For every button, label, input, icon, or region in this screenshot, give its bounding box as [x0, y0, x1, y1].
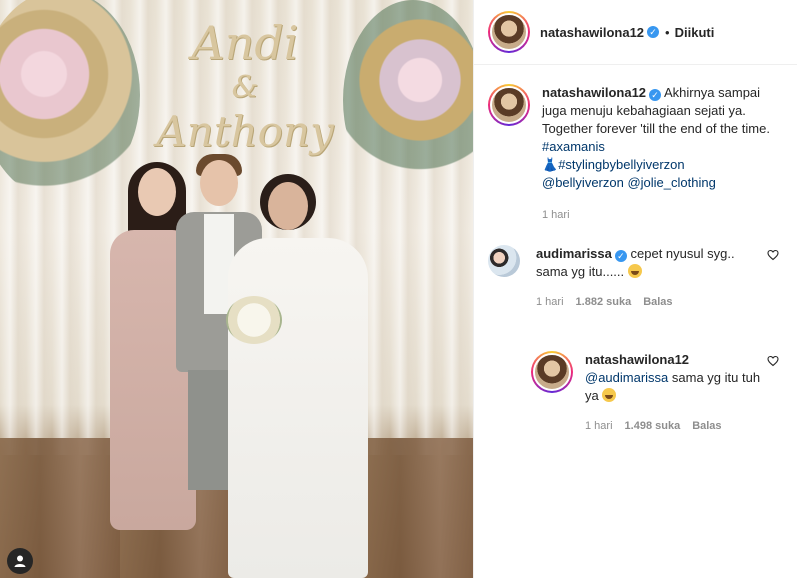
caption-username[interactable]: natashawilona12 [542, 85, 646, 100]
reply-author-avatar[interactable] [531, 351, 573, 393]
caption-author-avatar[interactable] [488, 84, 530, 126]
reply-like-count[interactable]: 1.498 suka [625, 417, 681, 435]
mention-link[interactable]: @bellyiverzon [542, 175, 624, 190]
instagram-post: Andi & Anthony natashawilona12 ✓ • Diiku… [0, 0, 797, 578]
post-sidebar: natashawilona12 ✓ • Diikuti natashawilon… [473, 0, 797, 578]
bridal-bouquet [226, 296, 282, 344]
verified-badge-icon: ✓ [614, 250, 627, 262]
bride-figure [228, 174, 378, 578]
verified-badge-icon: ✓ [647, 26, 660, 38]
comment-like-count[interactable]: 1.882 suka [576, 293, 632, 311]
separator-dot: • [665, 24, 670, 40]
laughing-emoji-icon [627, 264, 642, 278]
post-photo[interactable]: Andi & Anthony [0, 0, 473, 578]
laughing-emoji-icon [602, 388, 617, 402]
comment-item: audimarissa ✓ cepet nyusul syg.. sama yg … [474, 245, 797, 311]
reply-username[interactable]: natashawilona12 [585, 352, 689, 367]
reply-button[interactable]: Balas [643, 293, 672, 311]
caption-timestamp: 1 hari [542, 209, 570, 221]
post-caption: natashawilona12 ✓ Akhirnya sampai juga me… [474, 65, 797, 224]
following-button[interactable]: Diikuti [675, 25, 715, 40]
hashtag-link[interactable]: #stylingbybellyiverzon [558, 157, 684, 172]
like-heart-icon[interactable] [767, 355, 781, 369]
commenter-username[interactable]: audimarissa [536, 246, 612, 261]
post-header: natashawilona12 ✓ • Diikuti [474, 0, 797, 65]
commenter-avatar[interactable] [488, 245, 520, 277]
author-username[interactable]: natashawilona12 [540, 25, 644, 40]
tagged-user-icon[interactable] [7, 548, 33, 574]
hashtag-link[interactable]: #axamanis [542, 139, 605, 154]
mention-link[interactable]: @audimarissa [585, 370, 668, 385]
wedding-name-sign: Andi & Anthony [150, 14, 340, 184]
reply-item: natashawilona12 @audimarissa sama yg itu… [474, 351, 797, 435]
sign-line-2: & [231, 70, 259, 105]
comment-timestamp: 1 hari [536, 296, 564, 308]
mention-link[interactable]: @jolie_clothing [627, 175, 715, 190]
dress-emoji-icon: 👗 [542, 157, 559, 172]
author-avatar[interactable] [488, 11, 530, 53]
verified-badge-icon: ✓ [649, 89, 662, 101]
sign-line-1: Andi [191, 16, 299, 70]
reply-button[interactable]: Balas [692, 417, 721, 435]
sign-line-3: Anthony [156, 107, 334, 156]
flower-arrangement-right [343, 0, 473, 200]
reply-timestamp: 1 hari [585, 420, 613, 432]
like-heart-icon[interactable] [767, 249, 781, 263]
